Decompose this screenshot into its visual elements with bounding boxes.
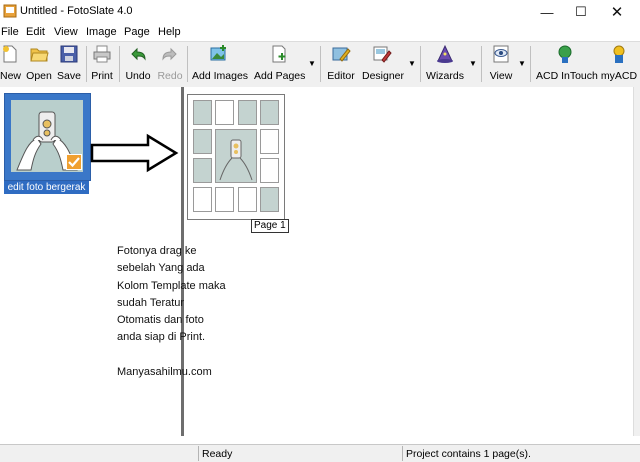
- note-line: [117, 347, 226, 364]
- wizards-button[interactable]: Wizards: [426, 44, 464, 84]
- menu-edit[interactable]: Edit: [26, 26, 45, 38]
- template-cell[interactable]: [193, 187, 212, 212]
- note-line: Otomatis dan foto: [117, 314, 204, 327]
- toolbar: New Open Save Print Undo Redo Add Images…: [0, 41, 640, 88]
- drag-arrow-annotation: [90, 133, 179, 173]
- view-eye-icon: [493, 45, 509, 63]
- photo-placeholder: [219, 139, 253, 181]
- page-label: Page 1: [251, 219, 289, 233]
- toolbar-separator: [86, 46, 87, 82]
- template-cell[interactable]: [193, 158, 212, 183]
- template-cell[interactable]: [193, 100, 212, 125]
- toolbar-separator: [187, 46, 188, 82]
- toolbar-separator: [530, 46, 531, 82]
- myacd-icon: [613, 45, 625, 63]
- add-pages-button[interactable]: Add Pages: [254, 44, 305, 84]
- editor-icon: [332, 47, 351, 62]
- title-bar: Untitled - FotoSlate 4.0 — ☐ ✕: [0, 0, 640, 24]
- template-cell[interactable]: [260, 187, 279, 212]
- menu-file[interactable]: File: [1, 26, 19, 38]
- acd-intouch-icon: [558, 45, 572, 63]
- template-cell-large[interactable]: [215, 129, 257, 183]
- view-dropdown-icon[interactable]: ▼: [518, 59, 526, 68]
- note-line: sudah Teratur: [117, 296, 185, 309]
- menu-bar: File Edit View Image Page Help: [0, 24, 640, 41]
- print-button[interactable]: Print: [90, 44, 114, 84]
- editor-button[interactable]: Editor: [326, 44, 356, 84]
- wizards-dropdown-icon[interactable]: ▼: [469, 59, 477, 68]
- new-file-icon: [3, 45, 17, 63]
- note-line: anda siap di Print.: [117, 331, 206, 344]
- template-cell[interactable]: [260, 100, 279, 125]
- folder-open-icon: [30, 48, 49, 62]
- app-icon: [3, 4, 17, 18]
- myacd-button[interactable]: myACD: [600, 44, 638, 84]
- undo-arrow-icon: [131, 47, 146, 61]
- redo-button[interactable]: Redo: [156, 44, 184, 84]
- vertical-scrollbar[interactable]: [633, 87, 640, 436]
- acd-intouch-button[interactable]: ACD InTouch: [536, 44, 598, 84]
- floppy-disk-icon: [60, 45, 78, 63]
- redo-arrow-icon: [162, 47, 177, 61]
- status-ready: Ready: [202, 448, 233, 460]
- printer-icon: [93, 45, 111, 63]
- note-line: Kolom Template maka: [117, 279, 226, 292]
- template-cell[interactable]: [238, 187, 257, 212]
- new-button[interactable]: New: [0, 44, 21, 84]
- template-cell[interactable]: [238, 100, 257, 125]
- designer-icon: [373, 46, 392, 63]
- designer-dropdown-icon[interactable]: ▼: [408, 59, 416, 68]
- status-bar: Ready Project contains 1 page(s).: [0, 444, 640, 462]
- selected-image-thumbnail[interactable]: [4, 93, 91, 181]
- view-button[interactable]: View: [487, 44, 515, 84]
- designer-button[interactable]: Designer: [362, 44, 404, 84]
- status-page-count: Project contains 1 page(s).: [406, 448, 531, 460]
- page-preview[interactable]: [187, 94, 285, 220]
- toolbar-separator: [320, 46, 321, 82]
- template-cell[interactable]: [193, 129, 212, 154]
- wizard-hat-icon: [437, 44, 453, 63]
- close-button[interactable]: ✕: [594, 0, 640, 24]
- toolbar-separator: [420, 46, 421, 82]
- menu-page[interactable]: Page: [124, 26, 150, 38]
- window-title: Untitled - FotoSlate 4.0: [20, 5, 133, 17]
- instruction-note: Fotonya drag ke sebelah Yang ada Kolom T…: [117, 243, 226, 381]
- status-separator: [198, 446, 199, 461]
- add-pages-icon: [272, 45, 286, 63]
- template-cell[interactable]: [215, 100, 234, 125]
- note-line: sebelah Yang ada: [117, 262, 205, 275]
- template-cell[interactable]: [215, 187, 234, 212]
- note-line: Manyasahilmu.com: [117, 366, 212, 379]
- thumbnail-label: edit foto bergerak: [4, 181, 89, 194]
- template-cell[interactable]: [260, 129, 279, 154]
- note-line: Fotonya drag ke: [117, 245, 197, 257]
- menu-image[interactable]: Image: [86, 26, 117, 38]
- menu-view[interactable]: View: [54, 26, 78, 38]
- toolbar-separator: [119, 46, 120, 82]
- edited-checkmark-icon: [66, 154, 82, 170]
- template-cell[interactable]: [260, 158, 279, 183]
- add-images-icon: [210, 45, 226, 61]
- menu-help[interactable]: Help: [158, 26, 181, 38]
- save-button[interactable]: Save: [56, 44, 82, 84]
- add-images-button[interactable]: Add Images: [192, 44, 248, 84]
- add-pages-dropdown-icon[interactable]: ▼: [308, 59, 316, 68]
- open-button[interactable]: Open: [25, 44, 53, 84]
- status-separator: [402, 446, 403, 461]
- undo-button[interactable]: Undo: [124, 44, 152, 84]
- toolbar-separator: [481, 46, 482, 82]
